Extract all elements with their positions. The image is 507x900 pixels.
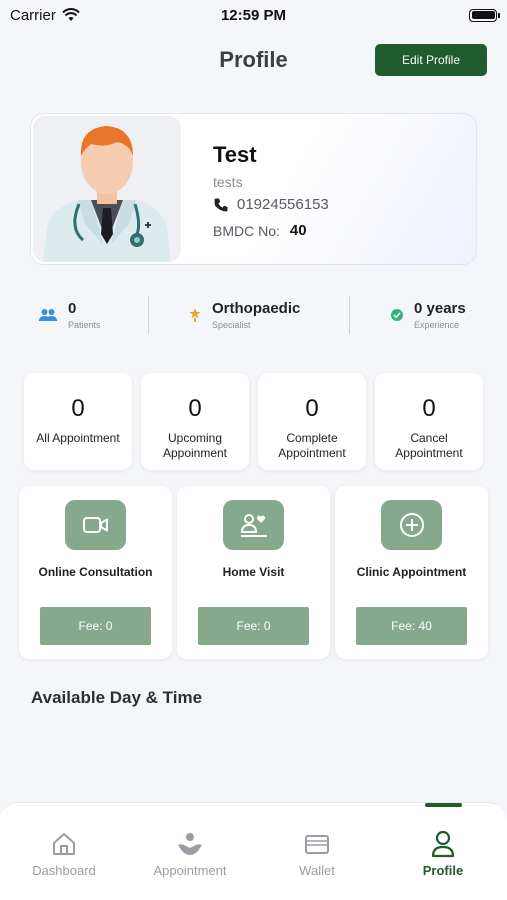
home-icon — [53, 833, 75, 855]
nav-item-appointment[interactable]: Appointment — [135, 829, 245, 889]
stats-row: 0 Patients Orthopaedic Specialist 0 year… — [20, 292, 487, 338]
fee-button[interactable]: Fee: 0 — [40, 607, 151, 645]
count-label: All Appointment — [36, 431, 120, 445]
nav-item-dashboard[interactable]: Dashboard — [9, 829, 119, 889]
nav-item-profile[interactable]: Profile — [388, 829, 498, 889]
wallet-icon — [305, 835, 329, 854]
status-bar: Carrier 12:59 PM — [0, 0, 507, 30]
nav-label: Dashboard — [32, 863, 96, 878]
bmdc-label: BMDC No: — [213, 222, 280, 239]
count-value: 0 — [305, 395, 319, 422]
count-card-complete[interactable]: 0 Complete Appointment — [258, 373, 366, 470]
stat-specialist-label: Specialist — [212, 320, 251, 330]
stat-patients-label: Patients — [68, 320, 101, 330]
service-card-online[interactable]: Online Consultation Fee: 0 — [19, 486, 172, 659]
appointment-icon — [178, 833, 202, 855]
count-value: 0 — [188, 395, 202, 422]
profile-bmdc: BMDC No: 40 — [213, 222, 307, 239]
count-card-upcoming[interactable]: 0 Upcoming Appoinment — [141, 373, 249, 470]
stat-patients-value: 0 — [68, 300, 77, 317]
bottom-nav: Dashboard Appointment Wallet Profile — [0, 802, 507, 900]
edit-profile-button[interactable]: Edit Profile — [375, 44, 487, 76]
count-value: 0 — [71, 395, 85, 422]
service-card-clinic[interactable]: Clinic Appointment Fee: 40 — [335, 486, 488, 659]
wifi-icon — [62, 8, 80, 21]
home-visit-icon — [240, 514, 267, 537]
phone-number: 01924556153 — [237, 196, 329, 213]
count-label: Complete Appointment — [278, 431, 346, 460]
profile-name: Test — [213, 142, 257, 167]
verified-icon — [391, 309, 403, 321]
count-value: 0 — [422, 395, 436, 422]
stat-experience-label: Experience — [414, 320, 460, 330]
profile-icon — [431, 830, 455, 858]
nav-label: Appointment — [153, 863, 227, 878]
service-title: Clinic Appointment — [356, 565, 467, 579]
count-card-all[interactable]: 0 All Appointment — [24, 373, 132, 470]
nav-label: Wallet — [299, 863, 335, 878]
video-icon — [82, 517, 108, 533]
stat-patients: 0 Patients — [38, 292, 101, 338]
stat-specialist: Orthopaedic Specialist — [188, 292, 300, 338]
service-icon-box — [223, 500, 284, 550]
nav-item-wallet[interactable]: Wallet — [262, 829, 372, 889]
service-icon-box — [65, 500, 126, 550]
service-card-home-visit[interactable]: Home Visit Fee: 0 — [177, 486, 330, 659]
service-title: Online Consultation — [38, 565, 153, 579]
doctor-avatar-icon — [43, 126, 171, 262]
fee-button[interactable]: Fee: 0 — [198, 607, 309, 645]
stat-divider — [349, 296, 350, 334]
header: Profile Edit Profile — [0, 40, 507, 80]
profile-card: Test tests 01924556153 BMDC No: 40 — [30, 113, 477, 265]
profile-phone: 01924556153 — [213, 196, 329, 213]
plus-circle-icon — [399, 513, 424, 537]
count-label: Cancel Appointment — [395, 431, 463, 460]
fee-button[interactable]: Fee: 40 — [356, 607, 467, 645]
count-label: Upcoming Appoinment — [162, 431, 228, 460]
stat-divider — [148, 296, 149, 334]
profile-subtitle: tests — [213, 174, 243, 190]
phone-icon — [214, 198, 228, 211]
service-title: Home Visit — [222, 565, 285, 579]
patients-icon — [39, 309, 57, 321]
available-day-time-title: Available Day & Time — [31, 688, 203, 707]
specialist-icon — [189, 308, 201, 322]
count-card-cancel[interactable]: 0 Cancel Appointment — [375, 373, 483, 470]
avatar — [33, 116, 181, 262]
stat-experience-value: 0 years — [414, 300, 466, 317]
stat-specialist-value: Orthopaedic — [212, 300, 301, 317]
carrier-label: Carrier — [10, 6, 56, 24]
battery-icon — [469, 8, 500, 22]
nav-active-indicator — [425, 803, 462, 807]
service-icon-box — [381, 500, 442, 550]
nav-label: Profile — [422, 863, 464, 878]
carrier-group: Carrier — [10, 7, 80, 24]
bmdc-value: 40 — [289, 222, 307, 239]
stat-experience: 0 years Experience — [390, 292, 466, 338]
